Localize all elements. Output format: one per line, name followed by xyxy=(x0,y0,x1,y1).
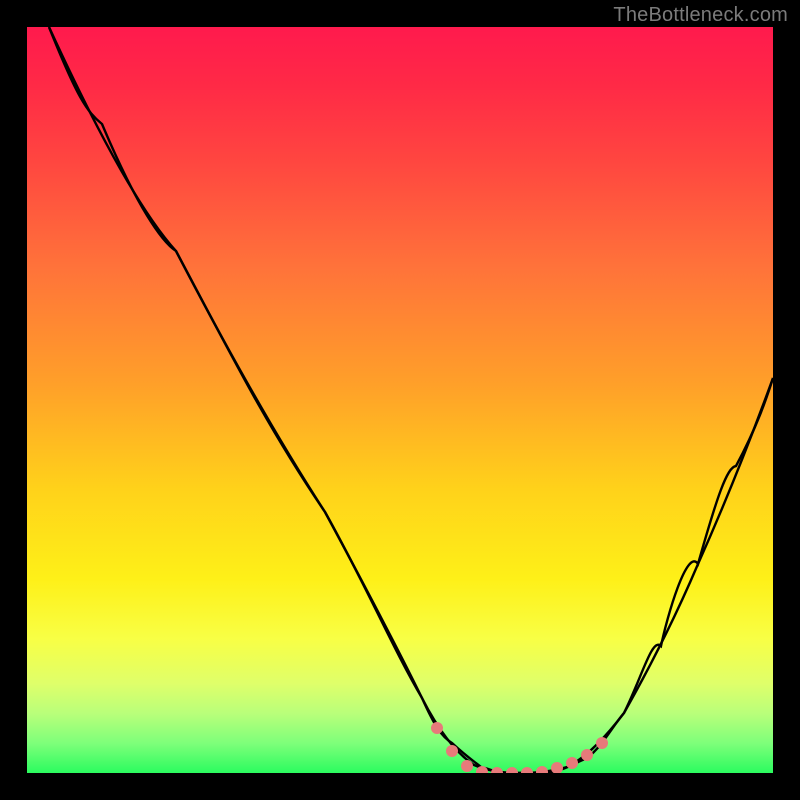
bottleneck-curve-clean xyxy=(49,27,773,773)
curve-svg xyxy=(27,27,773,773)
bottleneck-curve xyxy=(49,27,773,773)
chart-stage: TheBottleneck.com xyxy=(0,0,800,800)
attribution-label: TheBottleneck.com xyxy=(613,4,788,27)
plot-area xyxy=(27,27,773,773)
